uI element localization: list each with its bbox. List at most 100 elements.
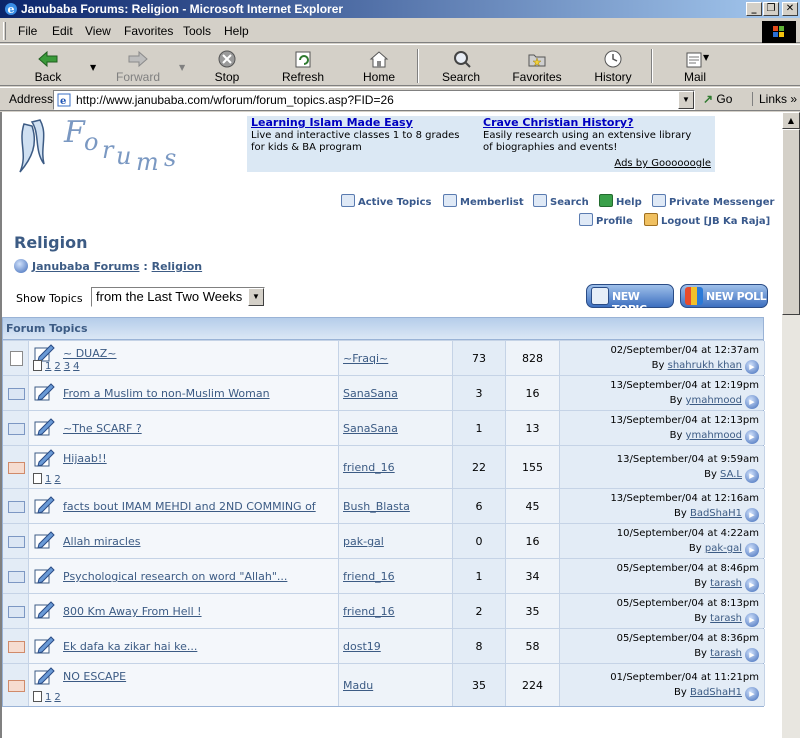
topic-link[interactable]: facts bout IMAM MEHDI and 2ND COMMING of	[63, 500, 316, 513]
page-link[interactable]: 3	[64, 361, 70, 372]
last-poster-link[interactable]: tarash	[710, 578, 742, 589]
menu-edit[interactable]: Edit	[52, 24, 73, 38]
author-link[interactable]: ~Fraqi~	[343, 352, 388, 365]
topic-link[interactable]: ~ DUAZ~	[63, 347, 117, 360]
scroll-up-arrow[interactable]: ▲	[782, 112, 800, 129]
author-link[interactable]: friend_16	[343, 570, 395, 583]
last-poster-link[interactable]: tarash	[710, 613, 742, 624]
nav-active-topics[interactable]: Active Topics	[341, 194, 432, 208]
nav-logout[interactable]: Logout [JB Ka Raja]	[644, 213, 770, 227]
forward-button[interactable]: Forward	[108, 47, 168, 85]
home-button[interactable]: Home	[349, 47, 409, 85]
nav-private-messenger[interactable]: Private Messenger	[652, 194, 774, 208]
menu-tools[interactable]: Tools	[183, 24, 211, 38]
last-poster-link[interactable]: ymahmood	[686, 430, 742, 441]
ad-christian-history[interactable]: Crave Christian History? Easily research…	[483, 117, 703, 154]
minimize-button[interactable]: _	[746, 2, 762, 16]
topic-link[interactable]: From a Muslim to non-Muslim Woman	[63, 387, 270, 400]
page-link[interactable]: 2	[54, 474, 60, 485]
go-to-last-post-icon[interactable]: ▶	[745, 613, 759, 627]
nav-help[interactable]: Help	[599, 194, 642, 208]
go-to-last-post-icon[interactable]: ▶	[745, 687, 759, 701]
address-dropdown-arrow[interactable]: ▼	[678, 91, 694, 109]
go-to-last-post-icon[interactable]: ▶	[745, 430, 759, 444]
favorites-button[interactable]: Favorites	[506, 47, 568, 85]
links-button[interactable]: Links »	[752, 92, 797, 106]
go-to-last-post-icon[interactable]: ▶	[745, 360, 759, 374]
new-topic-button[interactable]: NEW TOPIC	[586, 284, 674, 316]
refresh-button[interactable]: Refresh	[273, 47, 333, 85]
topic-link[interactable]: 800 Km Away From Hell !	[63, 605, 202, 618]
logout-icon	[644, 213, 658, 226]
breadcrumb-home-link[interactable]: Janubaba Forums	[32, 260, 140, 273]
address-bar: Address e http://www.janubaba.com/wforum…	[0, 87, 800, 111]
history-button[interactable]: History	[583, 47, 643, 85]
menu-view[interactable]: View	[85, 24, 111, 38]
last-poster-link[interactable]: BadShaH1	[690, 687, 742, 698]
topic-link[interactable]: Psychological research on word "Allah"..…	[63, 570, 287, 583]
vertical-scrollbar[interactable]: ▲	[782, 112, 800, 738]
go-to-last-post-icon[interactable]: ▶	[745, 469, 759, 483]
page-link[interactable]: 2	[54, 692, 60, 703]
author-link[interactable]: Bush_Blasta	[343, 500, 410, 513]
back-arrow-icon	[38, 50, 58, 68]
nav-search[interactable]: Search	[533, 194, 589, 208]
last-poster-link[interactable]: tarash	[710, 648, 742, 659]
page-link[interactable]: 2	[54, 361, 60, 372]
page-link[interactable]: 1	[45, 361, 51, 372]
nav-memberlist[interactable]: Memberlist	[443, 194, 524, 208]
go-to-last-post-icon[interactable]: ▶	[745, 543, 759, 557]
search-button[interactable]: Search	[431, 47, 491, 85]
scroll-thumb[interactable]	[782, 129, 800, 315]
back-dropdown-arrow[interactable]: ▼	[90, 63, 96, 72]
menu-help[interactable]: Help	[224, 24, 249, 38]
mail-button[interactable]: Mail	[665, 47, 725, 85]
author-link[interactable]: Madu	[343, 679, 373, 692]
page-link[interactable]: 1	[45, 692, 51, 703]
breadcrumb-current-link[interactable]: Religion	[152, 260, 203, 273]
last-post-by: By ymahmood	[669, 395, 742, 406]
view-count: 224	[522, 679, 543, 692]
last-poster-link[interactable]: shahrukh khan	[668, 360, 742, 371]
last-poster-link[interactable]: SA.L	[720, 469, 742, 480]
topic-link[interactable]: Hijaab!!	[63, 452, 107, 465]
author-link[interactable]: friend_16	[343, 605, 395, 618]
go-to-last-post-icon[interactable]: ▶	[745, 578, 759, 592]
last-poster-link[interactable]: BadShaH1	[690, 508, 742, 519]
menu-file[interactable]: File	[18, 24, 37, 38]
go-button[interactable]: ↗ Go	[703, 92, 732, 106]
new-poll-button[interactable]: NEW POLL	[680, 284, 768, 308]
active-topics-icon	[341, 194, 355, 207]
close-button[interactable]: ✕	[782, 2, 798, 16]
last-poster-link[interactable]: pak-gal	[705, 543, 742, 554]
select-dropdown-arrow[interactable]: ▼	[248, 288, 264, 306]
page-link[interactable]: 1	[45, 474, 51, 485]
chevron-right-icon: »	[790, 92, 798, 106]
go-to-last-post-icon[interactable]: ▶	[745, 648, 759, 662]
nav-profile[interactable]: Profile	[579, 213, 633, 227]
topic-link[interactable]: Ek dafa ka zikar hai ke...	[63, 640, 197, 653]
back-button[interactable]: Back	[18, 47, 78, 85]
mail-dropdown-arrow[interactable]: ▼	[703, 53, 709, 62]
page-link[interactable]: 4	[73, 361, 79, 372]
go-to-last-post-icon[interactable]: ▶	[745, 508, 759, 522]
last-post-by: By SA.L	[704, 469, 742, 480]
author-link[interactable]: pak-gal	[343, 535, 384, 548]
author-link[interactable]: dost19	[343, 640, 381, 653]
maximize-button[interactable]: ❐	[763, 2, 779, 16]
go-to-last-post-icon[interactable]: ▶	[745, 395, 759, 409]
stop-button[interactable]: Stop	[197, 47, 257, 85]
author-link[interactable]: friend_16	[343, 461, 395, 474]
last-poster-link[interactable]: ymahmood	[686, 395, 742, 406]
topic-link[interactable]: NO ESCAPE	[63, 670, 126, 683]
show-topics-select[interactable]: from the Last Two Weeks ▼	[91, 287, 265, 307]
address-input[interactable]: e http://www.janubaba.com/wforum/forum_t…	[53, 90, 695, 110]
ads-by-google-link[interactable]: Ads by Goooooogle	[614, 158, 711, 169]
topic-link[interactable]: ~The SCARF ?	[63, 422, 142, 435]
author-link[interactable]: SanaSana	[343, 387, 398, 400]
menu-favorites[interactable]: Favorites	[124, 24, 173, 38]
author-link[interactable]: SanaSana	[343, 422, 398, 435]
forward-dropdown-arrow[interactable]: ▼	[179, 63, 185, 72]
ad-learning-islam[interactable]: Learning Islam Made Easy Live and intera…	[251, 117, 471, 154]
topic-link[interactable]: Allah miracles	[63, 535, 140, 548]
